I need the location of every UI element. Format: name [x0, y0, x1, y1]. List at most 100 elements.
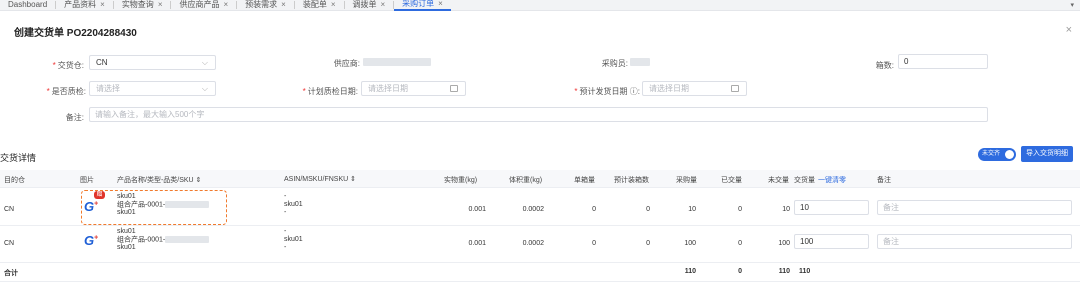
tab-product-info[interactable]: 产品资料 ×: [56, 0, 113, 11]
required-mark: *: [46, 87, 50, 96]
qc-date-picker[interactable]: 请选择日期: [361, 81, 466, 96]
table-footer: 合计 110 0 110 110: [0, 262, 1080, 282]
asin-info: - sku01 -: [284, 193, 303, 217]
tab-item-query[interactable]: 实物查询 ×: [114, 0, 171, 11]
tab-label: 实物查询: [121, 0, 154, 9]
undelivered-cell: 10: [782, 206, 790, 213]
select-value: CN: [96, 58, 108, 67]
ship-date-label: * 预计发货日期 ⓘ:: [574, 87, 640, 96]
actual-weight-cell: 0.001: [468, 206, 486, 213]
qc-select[interactable]: 请选择 ⌵: [89, 81, 216, 96]
delivered-cell: 0: [738, 206, 742, 213]
table-row: CN G+ sku01 组合产品-0001- sku01 - sku01 - 0…: [0, 226, 1080, 263]
close-icon[interactable]: ×: [331, 0, 336, 10]
tab-dashboard[interactable]: Dashboard: [0, 0, 55, 11]
tab-purchase-order[interactable]: 采购订单 ×: [394, 0, 451, 11]
calendar-icon: [731, 85, 739, 92]
page-title: 创建交货单 PO2204288430: [14, 28, 137, 39]
close-icon[interactable]: ×: [1066, 24, 1072, 36]
col-remark: 备注: [877, 177, 891, 184]
total-undelivered: 110: [778, 268, 790, 275]
tab-label: 供应商产品: [179, 0, 220, 9]
delivered-cell: 0: [738, 240, 742, 247]
close-icon[interactable]: ×: [158, 0, 163, 10]
sort-icon[interactable]: ⇕: [350, 176, 356, 183]
asin-value: -: [284, 228, 287, 235]
clear-all-link[interactable]: 一键清零: [818, 175, 846, 185]
purchase-qty-cell: 100: [684, 240, 696, 247]
chevron-down-icon[interactable]: ▾: [1070, 0, 1074, 11]
est-boxes-cell: 0: [646, 240, 650, 247]
incomplete-toggle[interactable]: 未交齐: [978, 148, 1016, 161]
fnsku-value: -: [284, 244, 287, 251]
tab-supplier-products[interactable]: 供应商产品 ×: [171, 0, 236, 11]
tab-transfer-order[interactable]: 调拨单 ×: [345, 0, 394, 11]
product-name-redacted: [165, 236, 210, 243]
ship-date-picker[interactable]: 请选择日期: [642, 81, 747, 96]
close-icon[interactable]: ×: [381, 0, 386, 10]
tab-label: Dashboard: [8, 0, 48, 9]
help-icon[interactable]: ⓘ:: [630, 87, 640, 96]
tab-label: 调拨单: [352, 0, 377, 9]
supplier-label: 供应商:: [333, 59, 360, 68]
remark-input[interactable]: 请输入备注，最大输入500个字: [89, 107, 988, 122]
asin-value: -: [284, 193, 287, 200]
msku-value: sku01: [284, 201, 303, 208]
volume-weight-cell: 0.0002: [522, 240, 544, 247]
purchaser-label: 采购员:: [601, 59, 628, 68]
delivery-warehouse-label: * 交货仓:: [52, 61, 84, 70]
toggle-label: 未交齐: [982, 151, 1001, 157]
delivery-warehouse-select[interactable]: CN ⌵: [89, 55, 216, 70]
close-icon[interactable]: ×: [281, 0, 286, 10]
col-volume-weight: 体积重(kg): [509, 177, 543, 184]
chevron-down-icon: ⌵: [201, 58, 208, 67]
tab-bar: Dashboard 产品资料 × 实物查询 × 供应商产品 × 预装需求 × 装配单 × …: [0, 0, 1080, 11]
tab-label: 产品资料: [64, 0, 97, 9]
total-delivery-qty: 110: [799, 268, 811, 275]
qc-label: * 是否质检:: [46, 87, 86, 96]
remark-label: 备注:: [65, 113, 84, 122]
product-info: sku01 组合产品-0001- sku01: [117, 228, 210, 252]
toggle-knob: [1005, 150, 1014, 159]
product-thumbnail[interactable]: G+: [84, 233, 98, 248]
col-image: 图片: [80, 177, 94, 184]
purchase-qty-cell: 10: [688, 206, 696, 213]
boxes-input[interactable]: 0: [898, 54, 988, 69]
dest-warehouse-cell: CN: [4, 240, 15, 247]
remark-row-input[interactable]: 备注: [877, 200, 1072, 215]
supplier-value-redacted: [363, 58, 431, 66]
import-delivery-details-button[interactable]: 导入交货明细: [1021, 146, 1073, 162]
tab-label: 采购订单: [402, 0, 435, 8]
section-title: 交货详情: [0, 153, 37, 163]
asin-info: - sku01 -: [284, 228, 303, 252]
qc-date-label: * 计划质检日期:: [302, 87, 358, 96]
fnsku-value: -: [284, 209, 287, 216]
required-mark: *: [52, 61, 56, 70]
col-est-boxes: 预计装箱数: [614, 177, 649, 184]
purchaser-value-redacted: [630, 58, 650, 66]
close-icon[interactable]: ×: [438, 0, 443, 9]
col-asin[interactable]: ASIN/MSKU/FNSKU ⇕: [284, 175, 356, 183]
tab-assembly-order[interactable]: 装配单 ×: [295, 0, 344, 11]
col-undelivered: 未交量: [768, 177, 789, 184]
sort-icon[interactable]: ⇕: [196, 177, 202, 184]
chevron-down-icon: ⌵: [201, 84, 208, 93]
volume-weight-cell: 0.0002: [522, 206, 544, 213]
delivery-qty-input[interactable]: 10: [794, 200, 869, 215]
msku-value: sku01: [284, 236, 303, 243]
calendar-icon: [450, 85, 458, 92]
tab-preassembly-demand[interactable]: 预装需求 ×: [237, 0, 294, 11]
date-placeholder: 请选择日期: [368, 84, 408, 93]
required-mark: *: [302, 87, 306, 96]
actual-weight-cell: 0.001: [468, 240, 486, 247]
col-product[interactable]: 产品名称/类型-品类/SKU ⇕: [117, 175, 201, 185]
close-icon[interactable]: ×: [223, 0, 228, 10]
undelivered-cell: 100: [778, 240, 790, 247]
remark-row-input[interactable]: 备注: [877, 234, 1072, 249]
col-purchase-qty: 采购量: [676, 177, 697, 184]
col-actual-weight: 实物重(kg): [444, 177, 478, 184]
close-icon[interactable]: ×: [100, 0, 105, 10]
col-delivered: 已交量: [721, 177, 742, 184]
date-placeholder: 请选择日期: [649, 84, 689, 93]
delivery-qty-input[interactable]: 100: [794, 234, 869, 249]
